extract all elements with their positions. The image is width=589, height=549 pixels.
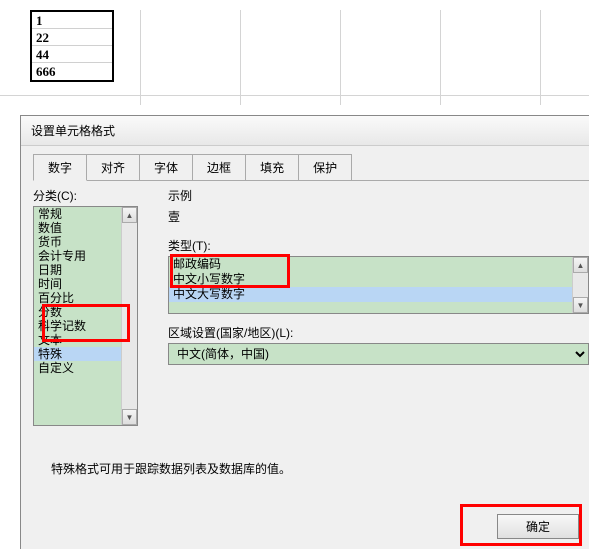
scroll-down-icon[interactable]: ▼ <box>573 297 588 313</box>
scroll-up-icon[interactable]: ▲ <box>573 257 588 273</box>
tab-protection[interactable]: 保护 <box>298 154 352 180</box>
scroll-up-icon[interactable]: ▲ <box>122 207 137 223</box>
format-cells-dialog: 设置单元格格式 数字 对齐 字体 边框 填充 保护 分类(C): 常规 数值 货… <box>20 115 589 549</box>
type-label: 类型(T): <box>168 237 589 254</box>
ok-button[interactable]: 确定 <box>497 514 579 539</box>
dialog-tabs: 数字 对齐 字体 边框 填充 保护 <box>33 154 589 181</box>
type-scrollbar[interactable]: ▲ ▼ <box>572 257 588 313</box>
selected-cell-range[interactable]: 1 22 44 666 <box>30 10 114 82</box>
dialog-titlebar[interactable]: 设置单元格格式 <box>21 116 589 146</box>
type-listbox[interactable]: 邮政编码 中文小写数字 中文大写数字 ▲ ▼ <box>168 256 589 314</box>
category-scrollbar[interactable]: ▲ ▼ <box>121 207 137 425</box>
cell[interactable]: 666 <box>32 63 112 80</box>
sample-value: 壹 <box>168 206 589 227</box>
tab-number[interactable]: 数字 <box>33 154 87 181</box>
cell[interactable]: 22 <box>32 29 112 46</box>
tab-alignment[interactable]: 对齐 <box>86 154 140 180</box>
dialog-title: 设置单元格格式 <box>31 124 115 138</box>
tab-border[interactable]: 边框 <box>192 154 246 180</box>
tab-font[interactable]: 字体 <box>139 154 193 180</box>
locale-label: 区域设置(国家/地区)(L): <box>168 324 589 341</box>
category-label: 分类(C): <box>33 187 153 204</box>
help-text: 特殊格式可用于跟踪数据列表及数据库的值。 <box>51 460 291 477</box>
category-listbox[interactable]: 常规 数值 货币 会计专用 日期 时间 百分比 分数 科学记数 文本 特殊 自定… <box>33 206 138 426</box>
cell[interactable]: 44 <box>32 46 112 63</box>
scroll-down-icon[interactable]: ▼ <box>122 409 137 425</box>
tab-fill[interactable]: 填充 <box>245 154 299 180</box>
locale-select[interactable]: 中文(简体，中国) <box>168 343 589 365</box>
type-item-chinese-upper[interactable]: 中文大写数字 <box>169 287 588 302</box>
type-item-chinese-lower[interactable]: 中文小写数字 <box>169 272 588 287</box>
cell[interactable]: 1 <box>32 12 112 29</box>
sample-label: 示例 <box>168 187 589 204</box>
type-item-postal[interactable]: 邮政编码 <box>169 257 588 272</box>
